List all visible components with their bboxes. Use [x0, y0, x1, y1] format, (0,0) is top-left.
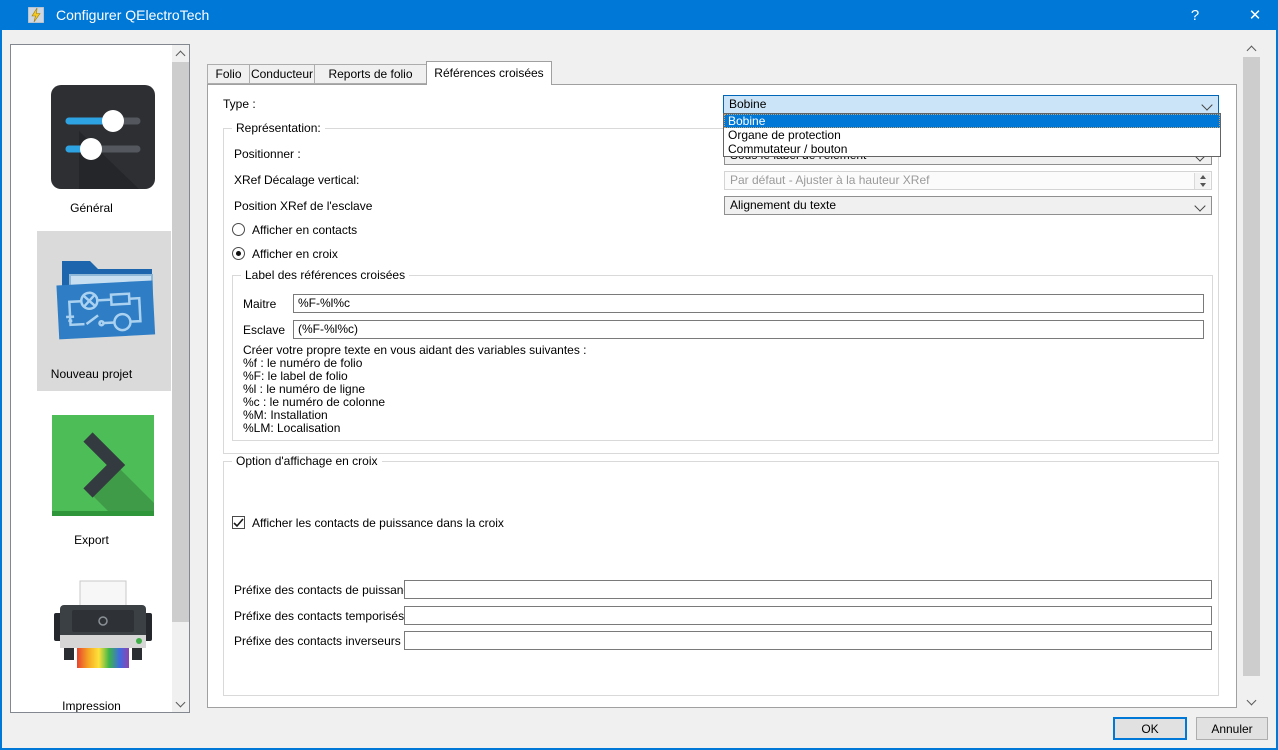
settings-category-list: Général — [10, 44, 190, 713]
main-scrollbar-thumb[interactable] — [1243, 57, 1260, 676]
radio-afficher-en-croix[interactable] — [232, 247, 245, 260]
esclave-label: Esclave — [243, 323, 285, 337]
prefix-puissance-input[interactable] — [404, 580, 1212, 599]
sidebar-item-impression-label[interactable]: Impression — [11, 699, 172, 713]
sidebar-scrollbar[interactable] — [172, 45, 189, 712]
xref-position-combobox-value: Alignement du texte — [730, 198, 836, 212]
sidebar-item-nouveau-projet-label[interactable]: Nouveau projet — [11, 367, 172, 381]
label-references-group-title: Label des références croisées — [241, 268, 409, 282]
prefix-puissance-label: Préfixe des contacts de puissance : — [234, 583, 423, 597]
scroll-up-icon[interactable] — [1243, 40, 1260, 57]
variables-help-text: Créer votre propre texte en vous aidant … — [243, 344, 587, 435]
type-combobox-value: Bobine — [729, 97, 766, 111]
maitre-input[interactable]: %F-%l%c — [293, 294, 1204, 313]
xref-offset-spinbox[interactable]: Par défaut - Ajuster à la hauteur XRef — [724, 171, 1212, 190]
close-icon[interactable]: ✕ — [1232, 0, 1278, 30]
positionner-label: Positionner : — [234, 147, 301, 161]
window-title: Configurer QElectroTech — [56, 7, 209, 23]
printer-icon — [50, 577, 156, 683]
sidebar-item-nouveau-projet[interactable] — [50, 239, 160, 349]
export-arrow-icon — [50, 413, 156, 519]
sidebar-scroll-up-icon[interactable] — [172, 45, 189, 62]
references-croisees-panel: Type : Bobine Bobine Organe de protectio… — [207, 84, 1237, 708]
checkmark-icon — [233, 518, 244, 528]
dropdown-option-organe[interactable]: Organe de protection — [724, 128, 1220, 142]
sidebar-item-export[interactable] — [50, 413, 156, 519]
puissance-checkbox[interactable] — [232, 516, 245, 529]
tab-folio[interactable]: Folio — [207, 64, 250, 84]
xref-offset-label: XRef Décalage vertical: — [234, 173, 359, 187]
tab-references-croisees[interactable]: Références croisées — [426, 61, 552, 85]
croix-options-group-title: Option d'affichage en croix — [232, 454, 382, 468]
radio-afficher-en-contacts-label[interactable]: Afficher en contacts — [252, 223, 357, 237]
representation-group-title: Représentation: — [232, 121, 325, 135]
dropdown-option-commutateur[interactable]: Commutateur / bouton — [724, 142, 1220, 156]
main-scrollbar[interactable] — [1243, 40, 1260, 710]
prefix-inverseurs-input[interactable] — [404, 631, 1212, 650]
sidebar-scrollbar-thumb[interactable] — [172, 62, 189, 622]
window-border-left — [0, 0, 2, 750]
representation-group: Représentation: Positionner : Sous le la… — [223, 128, 1219, 454]
help-button[interactable]: ? — [1172, 0, 1218, 30]
cancel-button[interactable]: Annuler — [1196, 717, 1268, 740]
chevron-down-icon — [1201, 99, 1212, 110]
app-lightning-icon — [28, 7, 44, 23]
type-combobox[interactable]: Bobine — [723, 95, 1219, 114]
prefix-temporises-label: Préfixe des contacts temporisés : — [234, 609, 411, 623]
type-dropdown-list: Bobine Organe de protection Commutateur … — [723, 113, 1221, 157]
tab-reports-de-folio[interactable]: Reports de folio — [314, 64, 427, 84]
chevron-down-icon — [1194, 200, 1205, 211]
sliders-icon — [49, 83, 157, 191]
spin-up-icon[interactable] — [1194, 173, 1210, 181]
sidebar-item-general-label[interactable]: Général — [11, 201, 172, 215]
croix-options-group: Option d'affichage en croix Afficher les… — [223, 461, 1219, 696]
scroll-down-icon[interactable] — [1243, 693, 1260, 710]
prefix-temporises-input[interactable] — [404, 606, 1212, 625]
spin-down-icon[interactable] — [1194, 181, 1210, 189]
sidebar-scroll-down-icon[interactable] — [172, 695, 189, 712]
sidebar-item-general[interactable] — [49, 83, 157, 191]
xref-position-label: Position XRef de l'esclave — [234, 199, 372, 213]
radio-dot — [236, 251, 241, 256]
xref-position-combobox[interactable]: Alignement du texte — [724, 196, 1212, 215]
sidebar-item-impression[interactable] — [50, 577, 156, 683]
help-line: %LM: Localisation — [243, 422, 587, 435]
label-references-group: Label des références croisées Maitre %F-… — [232, 275, 1213, 441]
configure-dialog: Configurer QElectroTech ? ✕ Général — [0, 0, 1278, 750]
type-label: Type : — [223, 97, 256, 111]
maitre-label: Maitre — [243, 297, 276, 311]
esclave-input[interactable]: (%F-%l%c) — [293, 320, 1204, 339]
puissance-checkbox-label[interactable]: Afficher les contacts de puissance dans … — [252, 516, 504, 530]
title-bar: Configurer QElectroTech ? ✕ — [0, 0, 1278, 30]
radio-afficher-en-contacts[interactable] — [232, 223, 245, 236]
tab-conducteur[interactable]: Conducteur — [249, 64, 315, 84]
sidebar-item-export-label[interactable]: Export — [11, 533, 172, 547]
project-folder-icon — [50, 239, 160, 349]
dropdown-option-bobine[interactable]: Bobine — [724, 114, 1220, 128]
ok-button[interactable]: OK — [1113, 717, 1187, 740]
radio-afficher-en-croix-label[interactable]: Afficher en croix — [252, 247, 338, 261]
xref-offset-spinbox-value: Par défaut - Ajuster à la hauteur XRef — [730, 173, 929, 187]
prefix-inverseurs-label: Préfixe des contacts inverseurs : — [234, 634, 407, 648]
